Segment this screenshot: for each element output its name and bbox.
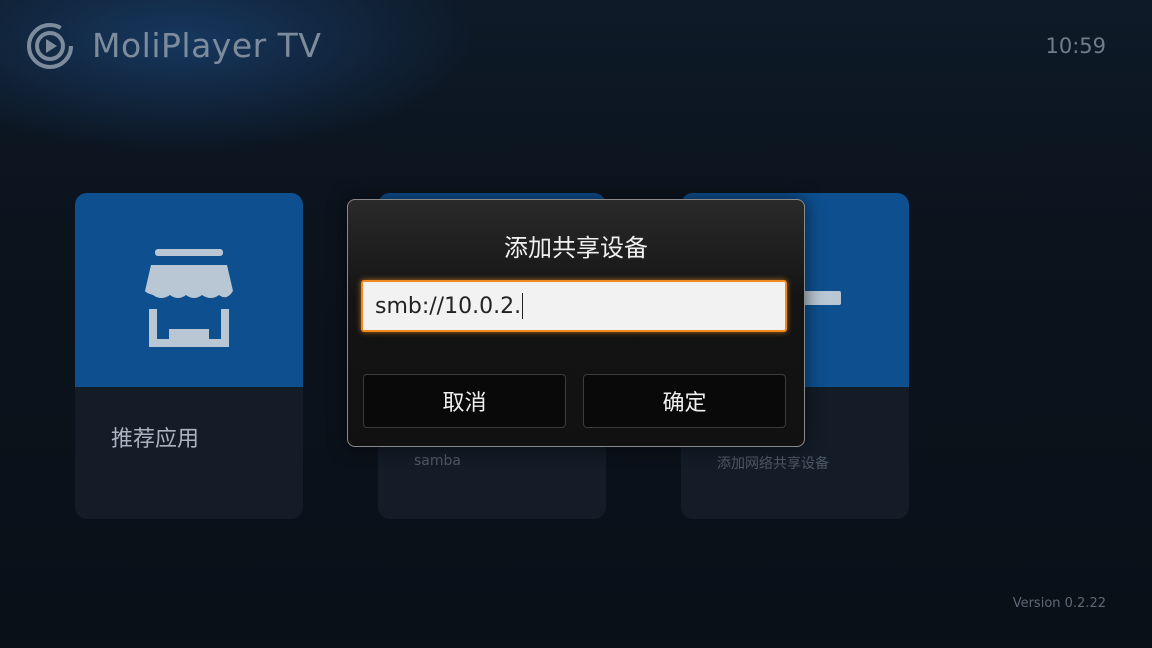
tile-top [75, 193, 303, 387]
app-title: MoliPlayer TV [92, 26, 322, 65]
add-share-dialog: 添加共享设备 smb://10.0.2. 取消 确定 [347, 199, 805, 447]
text-caret [522, 293, 524, 319]
store-icon [145, 249, 233, 347]
clock: 10:59 [1045, 34, 1106, 58]
cancel-button[interactable]: 取消 [363, 374, 566, 428]
confirm-button[interactable]: 确定 [583, 374, 786, 428]
tile-bottom [75, 387, 303, 519]
share-address-value: smb://10.0.2. [375, 293, 522, 319]
tile-recommended-apps[interactable]: 推荐应用 [75, 193, 303, 519]
tile-sublabel: 添加网络共享设备 [717, 456, 829, 472]
dialog-title: 添加共享设备 [504, 234, 648, 262]
share-address-input[interactable]: smb://10.0.2. [361, 280, 787, 332]
app-logo-icon [27, 23, 73, 69]
version-label: Version 0.2.22 [1012, 596, 1106, 611]
tile-label: 推荐应用 [111, 427, 200, 452]
tile-sublabel: samba [414, 453, 461, 469]
